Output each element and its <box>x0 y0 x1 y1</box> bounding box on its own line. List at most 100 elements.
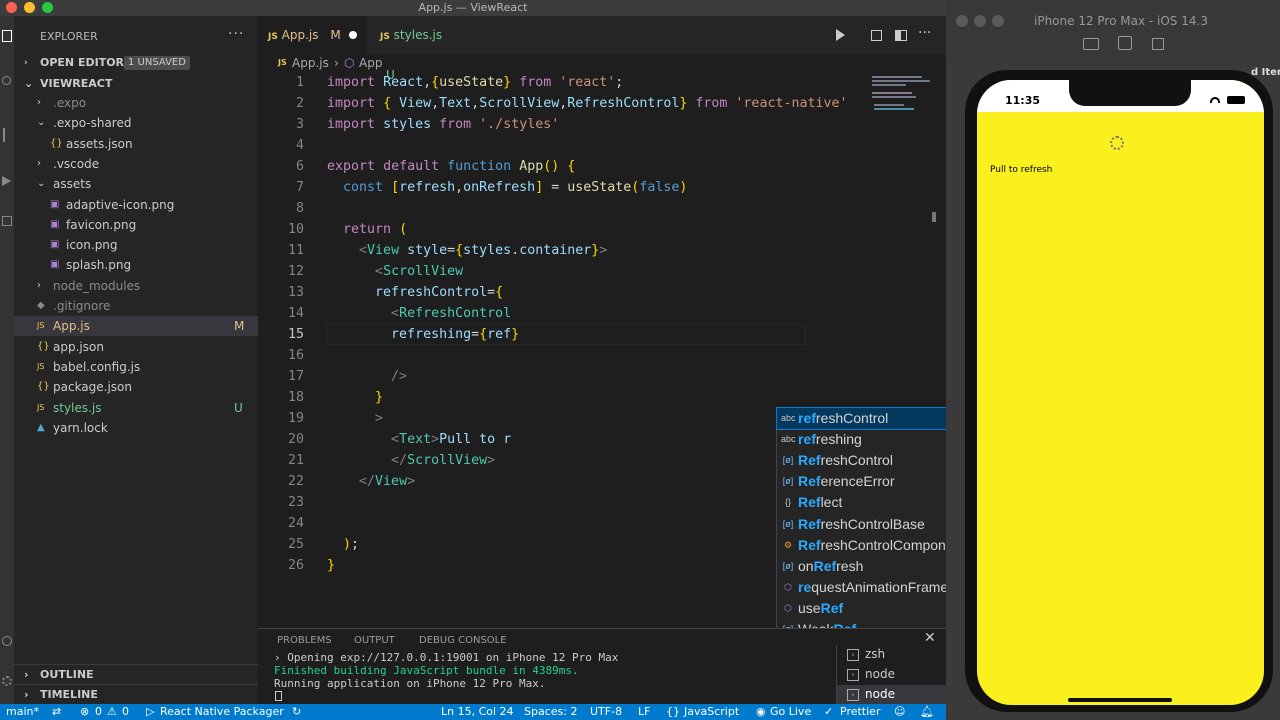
code-line[interactable]: import { View,Text,ScrollView,RefreshCon… <box>327 93 848 114</box>
split-editor-icon[interactable] <box>895 30 907 41</box>
close-window-icon[interactable] <box>6 2 17 13</box>
list-item[interactable]: › .expo <box>14 93 258 113</box>
suggestion-item[interactable]: [ø] onRefresh <box>777 556 946 577</box>
zoom-window-icon[interactable] <box>42 2 53 13</box>
files-icon[interactable] <box>2 30 12 42</box>
close-panel-icon[interactable]: ✕ <box>924 630 936 646</box>
more-actions-icon[interactable]: ··· <box>228 26 244 42</box>
code-line[interactable]: > <box>327 408 383 429</box>
suggestion-item[interactable]: ⚙RefreshControlComponentreact-native <box>777 535 946 556</box>
suggestion-item[interactable]: abc refreshing <box>777 429 946 450</box>
list-item[interactable]: ⌄ assets <box>14 174 258 194</box>
run-debug-icon[interactable] <box>2 176 11 186</box>
close-window-icon[interactable] <box>956 15 968 27</box>
home-indicator[interactable] <box>1068 698 1172 702</box>
terminal-cursor[interactable] <box>275 691 282 701</box>
list-item[interactable]: JS App.js M <box>14 316 258 337</box>
sync-icon[interactable]: ⇄ <box>52 704 61 720</box>
code-line[interactable]: import React,{useState} from 'react'; <box>327 72 623 93</box>
zoom-window-icon[interactable] <box>992 15 1004 27</box>
outline-section[interactable]: › OUTLINE <box>14 664 258 684</box>
tab-app-js[interactable]: JS App.js M <box>258 16 366 54</box>
code-line[interactable]: refreshControl={ <box>327 282 503 303</box>
terminal-shell-item[interactable]: node <box>865 687 895 701</box>
feedback-icon[interactable]: ☺ <box>894 704 905 720</box>
open-editors-section[interactable]: › OPEN EDITORS 1 UNSAVED <box>14 53 258 73</box>
tab-output[interactable]: OUTPUT <box>354 635 395 646</box>
cursor-position[interactable]: Ln 15, Col 24 <box>441 704 514 720</box>
code-line[interactable]: ); <box>327 534 359 555</box>
list-item[interactable]: › node_modules <box>14 276 258 296</box>
suggestion-item[interactable]: {} Reflect <box>777 492 946 513</box>
search-icon[interactable] <box>2 76 11 85</box>
code-line[interactable]: } <box>327 387 383 408</box>
refresh-icon[interactable]: ↻ <box>292 704 301 720</box>
code-line[interactable]: <ScrollView <box>327 261 463 282</box>
list-item[interactable]: ▣ favicon.png <box>14 215 258 235</box>
compare-icon[interactable] <box>871 30 882 41</box>
language-mode[interactable]: JavaScript <box>684 704 739 720</box>
code-line[interactable]: </View> <box>327 471 415 492</box>
rotate-icon[interactable] <box>1152 38 1164 50</box>
screenshot-icon[interactable] <box>1083 38 1099 50</box>
code-line[interactable]: /> <box>327 366 407 387</box>
suggestion-item[interactable]: ⬡ requestAnimationFrame <box>777 577 946 598</box>
line-ending[interactable]: LF <box>638 704 650 720</box>
bell-icon[interactable]: 🔔︎ <box>920 704 934 720</box>
suggestion-item[interactable]: [ø] RefreshControl <box>777 450 946 471</box>
error-icon[interactable]: ⊗ <box>80 704 89 720</box>
list-item[interactable]: {} package.json <box>14 377 258 397</box>
autocomplete-popup[interactable]: abc refreshControl abc refreshing [ø] Refresh… <box>776 406 946 661</box>
terminal-shell-item[interactable]: node <box>865 667 895 681</box>
minimize-window-icon[interactable] <box>24 2 35 13</box>
code-line[interactable]: import styles from './styles' <box>327 114 559 135</box>
list-item[interactable]: › .vscode <box>14 154 258 174</box>
tab-debug-console[interactable]: DEBUG CONSOLE <box>419 635 507 646</box>
list-item[interactable]: {} assets.json <box>14 134 258 154</box>
code-line[interactable]: return ( <box>327 219 407 240</box>
error-count[interactable]: 0 <box>95 704 102 720</box>
list-item[interactable]: ▣ icon.png <box>14 235 258 255</box>
encoding[interactable]: UTF-8 <box>590 704 622 720</box>
list-item[interactable]: ▣ adaptive-icon.png <box>14 195 258 215</box>
unsaved-dot-icon[interactable] <box>349 31 357 39</box>
gear-icon[interactable] <box>2 676 12 686</box>
list-item[interactable]: ▣ splash.png <box>14 255 258 275</box>
indentation[interactable]: Spaces: 2 <box>524 704 577 720</box>
code-line[interactable]: </ScrollView> <box>327 450 495 471</box>
go-live-button[interactable]: Go Live <box>770 704 811 720</box>
list-item[interactable]: JS styles.js U <box>14 398 258 418</box>
suggestion-item[interactable]: ⬡useRefreact <box>777 598 946 619</box>
timeline-section[interactable]: › TIMELINE <box>14 684 258 704</box>
list-item[interactable]: ◆ .gitignore <box>14 296 258 316</box>
code-line[interactable]: <View style={styles.container}> <box>327 240 607 261</box>
phone-screen[interactable]: 11:35 Pull to refresh <box>977 80 1264 705</box>
code-line[interactable]: export default function App() { <box>327 156 575 177</box>
breadcrumb-file[interactable]: App.js <box>292 54 329 72</box>
prettier-status[interactable]: Prettier <box>840 704 880 720</box>
scrollbar-thumb[interactable] <box>932 212 936 222</box>
list-item[interactable]: {} app.json <box>14 337 258 357</box>
list-item[interactable]: ⌄ .expo-shared <box>14 113 258 133</box>
account-icon[interactable] <box>2 636 12 646</box>
list-item[interactable]: JS babel.config.js <box>14 357 258 377</box>
code-line[interactable]: } <box>327 555 335 576</box>
project-section[interactable]: ⌄ VIEWREACT <box>14 74 258 94</box>
packager-status[interactable]: React Native Packager <box>160 704 284 720</box>
code-line[interactable]: <Text>Pull to r <box>327 429 511 450</box>
source-control-icon[interactable] <box>3 128 11 142</box>
code-line[interactable]: const [refresh,onRefresh] = useState(fal… <box>327 177 687 198</box>
suggestion-item[interactable]: abc refreshControl <box>776 406 946 431</box>
code-line[interactable]: <RefreshControl <box>327 303 511 324</box>
warning-icon[interactable]: ⚠ <box>107 704 117 720</box>
home-icon[interactable] <box>1118 36 1132 50</box>
warning-count[interactable]: 0 <box>122 704 129 720</box>
editor-more-icon[interactable]: ··· <box>918 25 931 41</box>
branch-indicator[interactable]: main* <box>6 704 39 720</box>
extensions-icon[interactable] <box>2 216 12 226</box>
minimize-window-icon[interactable] <box>974 15 986 27</box>
suggestion-item[interactable]: [ø]RefreshControlBasereact-native <box>777 514 946 535</box>
list-item[interactable]: ▲ yarn.lock <box>14 418 258 438</box>
suggestion-item[interactable]: [ø] ReferenceError <box>777 471 946 492</box>
breadcrumb-symbol[interactable]: App <box>359 54 382 72</box>
